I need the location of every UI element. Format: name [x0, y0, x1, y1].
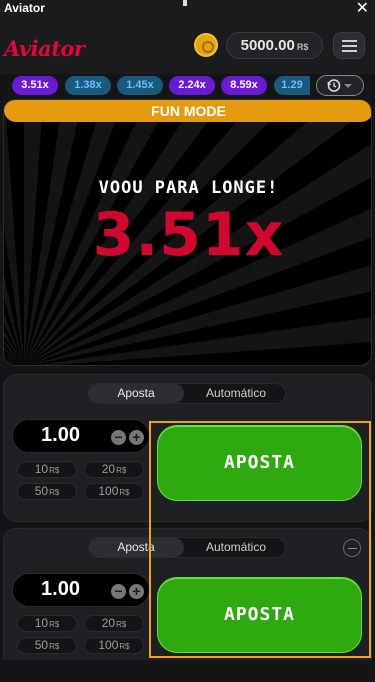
quick-amount: 20	[101, 616, 116, 630]
bet-panel-2: Aposta Automático 1.00 − + 10R$ 20R$ 50R…	[3, 528, 372, 676]
round-status-text: VOOU PARA LONGE!	[98, 178, 279, 198]
quick-amount: 50	[34, 484, 49, 498]
quick-amount-button[interactable]: 100R$	[84, 637, 144, 654]
balance-amount: 5000.00	[240, 37, 295, 54]
bet-button[interactable]: APOSTA	[157, 425, 362, 501]
tab-automatico[interactable]: Automático	[188, 384, 284, 403]
window-title: Aviator	[4, 1, 45, 15]
plus-icon[interactable]: +	[129, 584, 144, 599]
stake-stepper[interactable]: 1.00 − +	[12, 419, 150, 453]
quick-amount: 100	[98, 484, 119, 498]
bet-button[interactable]: APOSTA	[157, 577, 362, 653]
coin-icon[interactable]	[194, 33, 218, 57]
quick-amount-currency: R$	[119, 488, 130, 497]
bet-panel-1: Aposta Automático 1.00 − + 10R$ 20R$ 50R…	[3, 374, 372, 522]
quick-amount-button[interactable]: 50R$	[17, 483, 77, 500]
history-chip: 8.59x	[221, 76, 267, 95]
remove-panel-icon[interactable]	[343, 539, 361, 557]
quick-amount-currency: R$	[116, 466, 127, 475]
balance-currency: R$	[296, 42, 309, 52]
quick-amount-currency: R$	[119, 642, 130, 651]
quick-amount: 10	[34, 462, 49, 476]
bet-mode-tabs: Aposta Automático	[86, 383, 286, 404]
app-header: Aviator 5000.00 R$	[0, 16, 375, 74]
bet-mode-tabs: Aposta Automático	[86, 537, 286, 558]
history-chip: 1.29	[274, 76, 310, 95]
stake-value[interactable]: 1.00	[13, 424, 108, 447]
stake-value[interactable]: 1.00	[13, 578, 108, 601]
minus-icon[interactable]: −	[111, 430, 126, 445]
quick-amount-button[interactable]: 10R$	[17, 461, 77, 478]
multiplier-history: 3.51x 1.38x 1.45x 2.24x 8.59x 1.29	[0, 74, 375, 98]
balance-display: 5000.00 R$	[226, 32, 323, 59]
quick-amount-button[interactable]: 20R$	[84, 615, 144, 632]
history-chip: 1.38x	[65, 76, 111, 95]
quick-amount: 20	[101, 462, 116, 476]
quick-amount-currency: R$	[49, 466, 60, 475]
window-grip	[183, 0, 187, 6]
plus-icon[interactable]: +	[129, 430, 144, 445]
aviator-logo: Aviator	[4, 36, 85, 61]
tab-aposta[interactable]: Aposta	[88, 384, 184, 403]
chevron-down-icon	[344, 84, 352, 88]
history-chip: 1.45x	[117, 76, 163, 95]
hamburger-menu-icon[interactable]	[333, 32, 365, 59]
quick-amount: 100	[98, 638, 119, 652]
stake-stepper[interactable]: 1.00 − +	[12, 573, 150, 607]
quick-amount: 10	[34, 616, 49, 630]
fun-mode-banner: FUN MODE	[4, 100, 371, 122]
quick-amount-currency: R$	[49, 642, 60, 651]
window-titlebar: Aviator ✕	[0, 0, 375, 17]
tab-automatico[interactable]: Automático	[188, 538, 284, 557]
bottom-strip	[0, 660, 375, 682]
quick-amount-button[interactable]: 50R$	[17, 637, 77, 654]
quick-amount: 50	[34, 638, 49, 652]
history-chip: 2.24x	[169, 76, 215, 95]
game-canvas: FUN MODE VOOU PARA LONGE! 3.51x	[3, 99, 372, 366]
minus-icon[interactable]: −	[111, 584, 126, 599]
clock-history-icon	[327, 79, 352, 92]
quick-amount-currency: R$	[116, 620, 127, 629]
history-chip: 3.51x	[12, 76, 58, 95]
quick-amount-button[interactable]: 10R$	[17, 615, 77, 632]
quick-amount-currency: R$	[49, 488, 60, 497]
tab-aposta[interactable]: Aposta	[88, 538, 184, 557]
crash-multiplier: 3.51x	[92, 200, 285, 270]
quick-amount-button[interactable]: 20R$	[84, 461, 144, 478]
history-toggle-button[interactable]	[316, 75, 364, 96]
quick-amount-button[interactable]: 100R$	[84, 483, 144, 500]
quick-amount-currency: R$	[49, 620, 60, 629]
